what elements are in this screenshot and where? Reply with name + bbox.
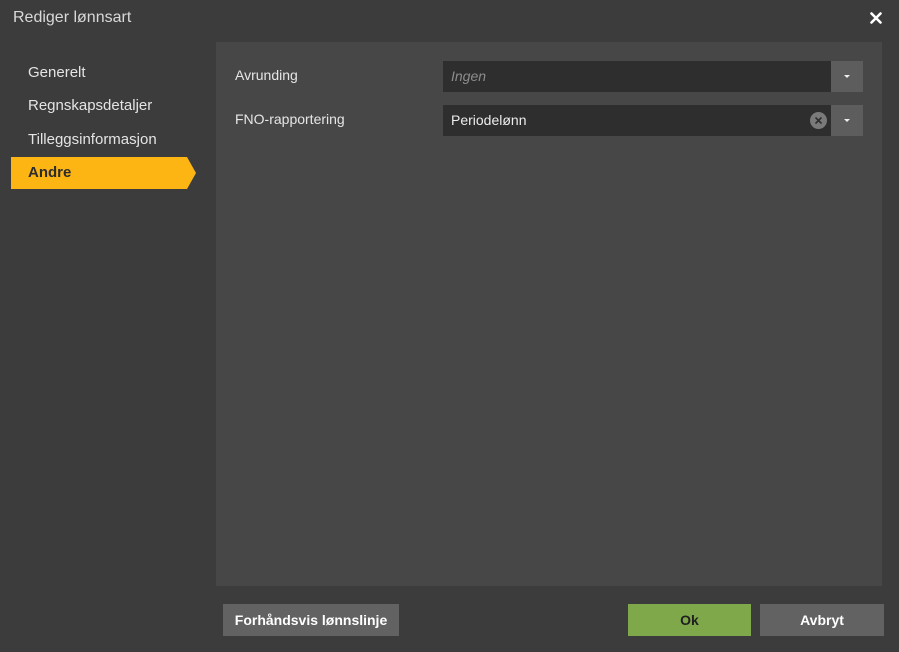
sidebar-item-label: Andre (28, 164, 72, 181)
clear-icon (815, 117, 822, 124)
dialog-titlebar: Rediger lønnsart (0, 0, 899, 38)
sidebar-item-tilleggsinformasjon[interactable]: Tilleggsinformasjon (11, 124, 187, 156)
close-button[interactable] (862, 4, 890, 32)
fno-rapportering-dropdown-button[interactable] (831, 105, 863, 136)
fno-rapportering-select[interactable]: Periodelønn (443, 105, 863, 136)
fno-rapportering-value: Periodelønn (451, 112, 527, 128)
fno-rapportering-label: FNO-rapportering (235, 111, 345, 127)
sidebar-item-generelt[interactable]: Generelt (11, 57, 187, 89)
sidebar-item-label: Tilleggsinformasjon (28, 131, 157, 148)
sidebar-item-label: Regnskapsdetaljer (28, 97, 153, 114)
ok-button[interactable]: Ok (628, 604, 751, 636)
sidebar-item-andre[interactable]: Andre (11, 157, 196, 189)
sidebar-nav: Generelt Regnskapsdetaljer Tilleggsinfor… (0, 42, 216, 586)
caret-down-icon (844, 75, 850, 78)
sidebar-item-regnskapsdetaljer[interactable]: Regnskapsdetaljer (11, 90, 187, 122)
sidebar-item-label: Generelt (28, 64, 86, 81)
caret-down-icon (844, 119, 850, 122)
content-panel: Avrunding Ingen FNO-rapportering Periode… (216, 42, 882, 586)
avrunding-label: Avrunding (235, 67, 298, 83)
avrunding-placeholder: Ingen (451, 68, 487, 84)
cancel-button[interactable]: Avbryt (760, 604, 884, 636)
edit-wage-type-dialog: Rediger lønnsart Generelt Regnskapsdetal… (0, 0, 899, 652)
dialog-title: Rediger lønnsart (13, 9, 132, 26)
preview-wage-line-button[interactable]: Forhåndsvis lønnslinje (223, 604, 399, 636)
avrunding-dropdown-button[interactable] (831, 61, 863, 92)
avrunding-select[interactable]: Ingen (443, 61, 863, 92)
close-icon (870, 12, 882, 24)
clear-selection-button[interactable] (810, 112, 827, 129)
